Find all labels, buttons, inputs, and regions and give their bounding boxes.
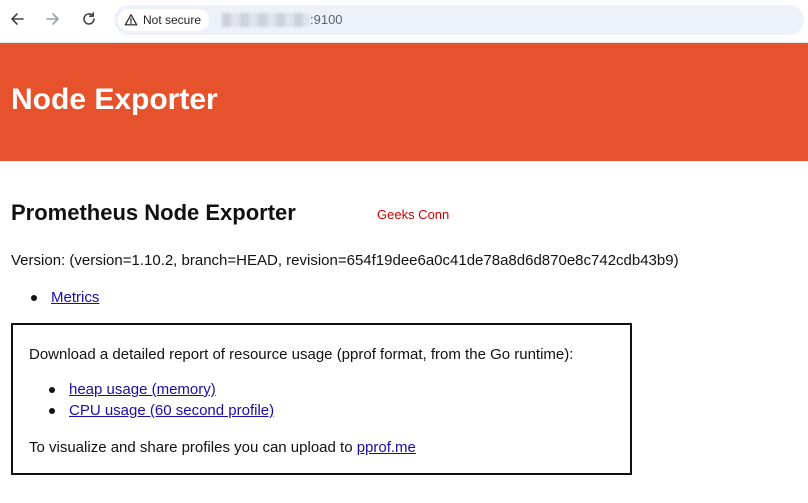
pprof-footer-text: To visualize and share profiles you can … bbox=[29, 439, 357, 456]
watermark: Geeks Conn bbox=[377, 207, 450, 222]
warning-icon bbox=[124, 14, 138, 26]
forward-arrow-icon bbox=[46, 13, 59, 25]
pprof-footer: To visualize and share profiles you can … bbox=[29, 439, 416, 456]
redacted-host bbox=[222, 13, 310, 27]
forward-button[interactable] bbox=[42, 8, 64, 30]
pprof-me-link[interactable]: pprof.me bbox=[357, 439, 416, 456]
page-title: Prometheus Node Exporter bbox=[11, 200, 296, 225]
back-arrow-icon bbox=[11, 13, 24, 25]
browser-toolbar: Not secure :9100 bbox=[0, 0, 808, 43]
security-indicator[interactable]: Not secure bbox=[118, 9, 210, 31]
header-title: Node Exporter bbox=[11, 83, 218, 116]
url-port: :9100 bbox=[310, 12, 343, 27]
cpu-usage-link[interactable]: CPU usage (60 second profile) bbox=[69, 402, 274, 419]
pprof-link-list: heap usage (memory) CPU usage (60 second… bbox=[49, 381, 274, 423]
bullet bbox=[49, 387, 55, 393]
pprof-intro: Download a detailed report of resource u… bbox=[29, 346, 574, 363]
reload-icon bbox=[83, 12, 95, 25]
pprof-panel: Download a detailed report of resource u… bbox=[11, 323, 632, 475]
bullet bbox=[31, 295, 37, 301]
address-bar[interactable]: Not secure :9100 bbox=[114, 5, 804, 35]
heap-usage-link[interactable]: heap usage (memory) bbox=[69, 381, 216, 398]
list-item: heap usage (memory) bbox=[49, 381, 274, 402]
list-item: CPU usage (60 second profile) bbox=[49, 402, 274, 423]
version-info: Version: (version=1.10.2, branch=HEAD, r… bbox=[11, 252, 679, 269]
security-label: Not secure bbox=[143, 13, 202, 27]
reload-button[interactable] bbox=[78, 8, 100, 30]
header-banner: Node Exporter bbox=[0, 43, 808, 161]
list-item: Metrics bbox=[31, 289, 99, 306]
bullet bbox=[49, 408, 55, 414]
main-link-list: Metrics bbox=[31, 289, 99, 306]
metrics-link[interactable]: Metrics bbox=[51, 289, 99, 306]
back-button[interactable] bbox=[6, 8, 28, 30]
